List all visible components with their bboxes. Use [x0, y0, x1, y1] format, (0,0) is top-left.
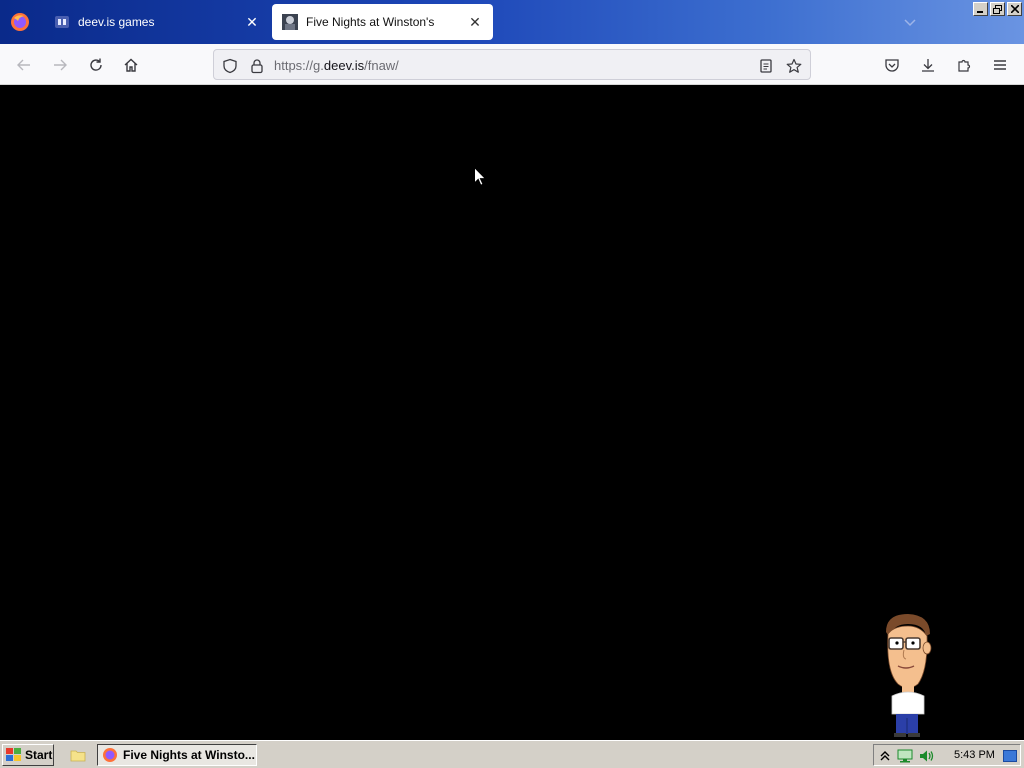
chevron-down-icon[interactable] [900, 12, 920, 32]
mouse-cursor-icon [474, 167, 486, 186]
bookmark-star-icon[interactable] [785, 57, 803, 75]
network-icon[interactable] [897, 748, 913, 764]
url-path: /fnaw/ [364, 58, 399, 73]
show-desktop-icon[interactable] [1002, 748, 1018, 764]
fnaw-favicon-icon [282, 14, 298, 30]
pocket-icon[interactable] [881, 54, 903, 76]
taskbar-window-label: Five Nights at Winsto... [123, 748, 255, 762]
system-tray: 5:43 PM [873, 744, 1021, 766]
tracking-protection-shield-icon[interactable] [221, 57, 239, 75]
taskbar: Start Five Nights at Winsto... 5:43 PM [0, 740, 1024, 768]
forward-arrow-icon[interactable] [49, 54, 71, 76]
tab-strip: deev.is games ✕ Five Nights at Winston's… [0, 0, 1024, 44]
reload-icon[interactable] [85, 54, 107, 76]
navigation-toolbar: https://g.deev.is/fnaw/ [0, 44, 1024, 85]
url-host: deev.is [323, 58, 365, 73]
tab-title: Five Nights at Winston's [306, 15, 435, 29]
lock-icon[interactable] [248, 57, 266, 75]
folder-icon[interactable] [70, 747, 86, 763]
start-button[interactable]: Start [2, 744, 54, 766]
firefox-logo-icon [103, 748, 117, 762]
clock[interactable]: 5:43 PM [954, 749, 995, 761]
close-window-icon[interactable] [1007, 2, 1022, 16]
volume-icon[interactable] [919, 748, 935, 764]
restore-icon[interactable] [990, 2, 1005, 16]
tab-deev-games[interactable]: deev.is games ✕ [44, 4, 270, 40]
firefox-logo-icon[interactable] [10, 12, 30, 32]
start-label: Start [25, 748, 53, 762]
cartoon-character-image [886, 614, 932, 737]
taskbar-window-button[interactable]: Five Nights at Winsto... [97, 744, 257, 766]
home-icon[interactable] [120, 54, 142, 76]
minimize-icon[interactable] [973, 2, 988, 16]
download-icon[interactable] [917, 54, 939, 76]
show-hidden-icons-icon[interactable] [877, 748, 893, 764]
reader-view-icon[interactable] [757, 57, 775, 75]
tab-title: deev.is games [78, 15, 155, 29]
back-arrow-icon[interactable] [13, 54, 35, 76]
game-canvas[interactable] [0, 85, 1024, 740]
deev-favicon-icon [55, 16, 69, 28]
extensions-puzzle-icon[interactable] [953, 54, 975, 76]
close-tab-icon[interactable]: ✕ [244, 14, 260, 30]
url-bar[interactable]: https://g.deev.is/fnaw/ [213, 49, 811, 80]
hamburger-menu-icon[interactable] [989, 54, 1011, 76]
windows-logo-icon [6, 748, 21, 761]
window-controls [973, 2, 1022, 16]
url-prefix: https://g. [274, 58, 324, 73]
close-tab-icon[interactable]: ✕ [467, 14, 483, 30]
tab-five-nights[interactable]: Five Nights at Winston's ✕ [272, 4, 493, 40]
url-text[interactable]: https://g.deev.is/fnaw/ [274, 58, 399, 73]
